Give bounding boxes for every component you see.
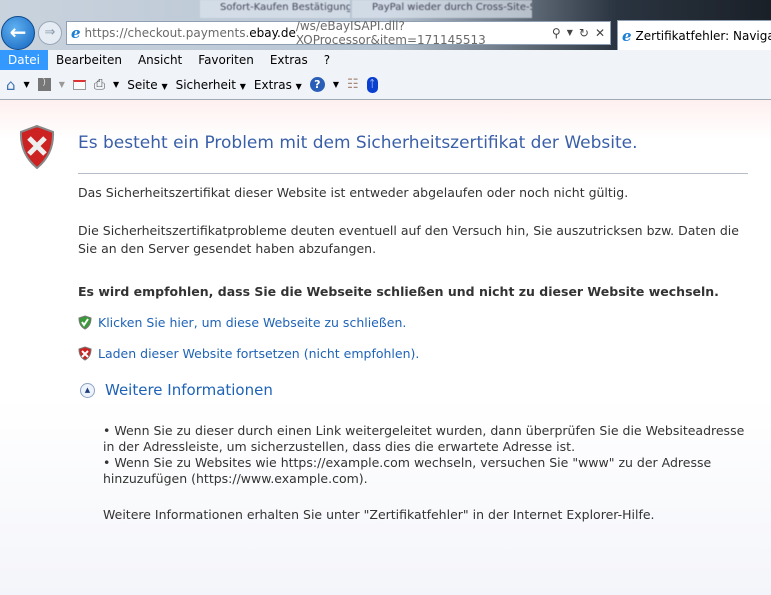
continue-label: Laden dieser Website fortsetzen (nicht e… bbox=[98, 346, 420, 361]
address-bar[interactable]: e https://checkout.payments. ebay.de/ws/e… bbox=[66, 19, 611, 47]
close-page-label: Klicken Sie hier, um diese Webseite zu s… bbox=[98, 315, 407, 330]
menu-file[interactable]: Datei bbox=[0, 50, 49, 70]
chevron-down-icon[interactable]: ▼ bbox=[113, 80, 119, 89]
rss-icon[interactable]: ) bbox=[37, 78, 51, 91]
help-icon[interactable]: ? bbox=[309, 77, 325, 92]
refresh-icon[interactable]: ↻ bbox=[579, 26, 589, 40]
security-label: Sicherheit bbox=[175, 77, 236, 92]
page-title: Es besteht ein Problem mit dem Sicherhei… bbox=[78, 133, 638, 153]
tools-label: Extras bbox=[253, 77, 292, 92]
menu-favorites[interactable]: Favoriten bbox=[190, 50, 262, 70]
menu-bar: Datei Bearbeiten Ansicht Favoriten Extra… bbox=[0, 50, 771, 70]
shield-check-icon bbox=[78, 315, 92, 330]
back-button[interactable]: ← bbox=[1, 16, 35, 50]
tab-label: Zertifikatfehler: Navigatio bbox=[635, 28, 771, 43]
chevron-up-icon: ▲ bbox=[80, 382, 95, 398]
chevron-down-icon[interactable]: ▼ bbox=[24, 80, 30, 89]
bullet-text: Wenn Sie zu Websites wie https://example… bbox=[103, 455, 712, 486]
close-icon[interactable]: ✕ bbox=[595, 26, 605, 40]
ie-icon: e bbox=[622, 26, 632, 45]
url-suffix: /ws/eBayISAPI.dll?XOProcessor&item=17114… bbox=[295, 19, 486, 47]
menu-edit[interactable]: Bearbeiten bbox=[48, 50, 130, 70]
info-bullet: • Wenn Sie zu Websites wie https://examp… bbox=[103, 455, 712, 486]
page-menu[interactable]: Seite ▼ bbox=[127, 78, 167, 92]
divider bbox=[78, 173, 748, 174]
chevron-down-icon[interactable]: ▼ bbox=[567, 26, 573, 40]
search-icon[interactable]: ⚲ bbox=[552, 26, 561, 40]
chevron-down-icon[interactable]: ▼ bbox=[59, 80, 65, 89]
error-page: Es besteht ein Problem mit dem Sicherhei… bbox=[0, 100, 771, 595]
home-icon[interactable]: ⌂ bbox=[6, 76, 16, 94]
background-tab[interactable]: PayPal wieder durch Cross-Site-Scrip... bbox=[352, 0, 532, 18]
info-bullet: • Wenn Sie zu dieser durch einen Link we… bbox=[103, 423, 745, 454]
forward-button[interactable]: ⇒ bbox=[38, 21, 62, 45]
shield-error-icon bbox=[19, 124, 55, 170]
background-tab[interactable]: Sofort-Kaufen Bestätigung bbox=[200, 0, 350, 18]
more-info-label: Weitere Informationen bbox=[105, 381, 273, 399]
recommendation-text: Es wird empfohlen, dass Sie die Webseite… bbox=[78, 284, 719, 299]
warning-text: Die Sicherheitszertifikatprobleme deuten… bbox=[78, 223, 739, 256]
url-domain: ebay.de bbox=[249, 26, 296, 40]
help-text: Weitere Informationen erhalten Sie unter… bbox=[103, 507, 655, 522]
tab-active[interactable]: eZertifikatfehler: Navigatio bbox=[617, 20, 771, 50]
command-bar: ⌂ ▼ ) ▼ ⎙ ▼ Seite ▼ Sicherheit ▼ Extras ▼ ?… bbox=[0, 70, 771, 100]
tools-menu[interactable]: Extras ▼ bbox=[254, 78, 302, 92]
bullet-text: Wenn Sie zu dieser durch einen Link weit… bbox=[103, 423, 745, 454]
page-label: Seite bbox=[127, 77, 158, 92]
menu-help[interactable]: ? bbox=[316, 50, 338, 70]
security-menu[interactable]: Sicherheit ▼ bbox=[176, 78, 246, 92]
menu-view[interactable]: Ansicht bbox=[130, 50, 190, 70]
ie-icon: e bbox=[71, 24, 81, 42]
url-prefix: https://checkout.payments. bbox=[84, 26, 250, 40]
close-page-link[interactable]: Klicken Sie hier, um diese Webseite zu s… bbox=[78, 315, 406, 330]
bluetooth-icon[interactable]: ᛏ bbox=[366, 76, 378, 93]
continue-link[interactable]: Laden dieser Website fortsetzen (nicht e… bbox=[78, 346, 419, 361]
expired-text: Das Sicherheitszertifikat dieser Website… bbox=[78, 185, 629, 200]
chevron-down-icon[interactable]: ▼ bbox=[333, 80, 339, 89]
research-icon[interactable]: ☷ bbox=[347, 77, 359, 92]
menu-tools[interactable]: Extras bbox=[262, 50, 316, 70]
print-icon[interactable]: ⎙ bbox=[94, 77, 105, 93]
mail-icon[interactable] bbox=[72, 79, 86, 90]
shield-error-icon bbox=[78, 346, 92, 361]
more-info-toggle[interactable]: ▲ Weitere Informationen bbox=[80, 381, 273, 399]
